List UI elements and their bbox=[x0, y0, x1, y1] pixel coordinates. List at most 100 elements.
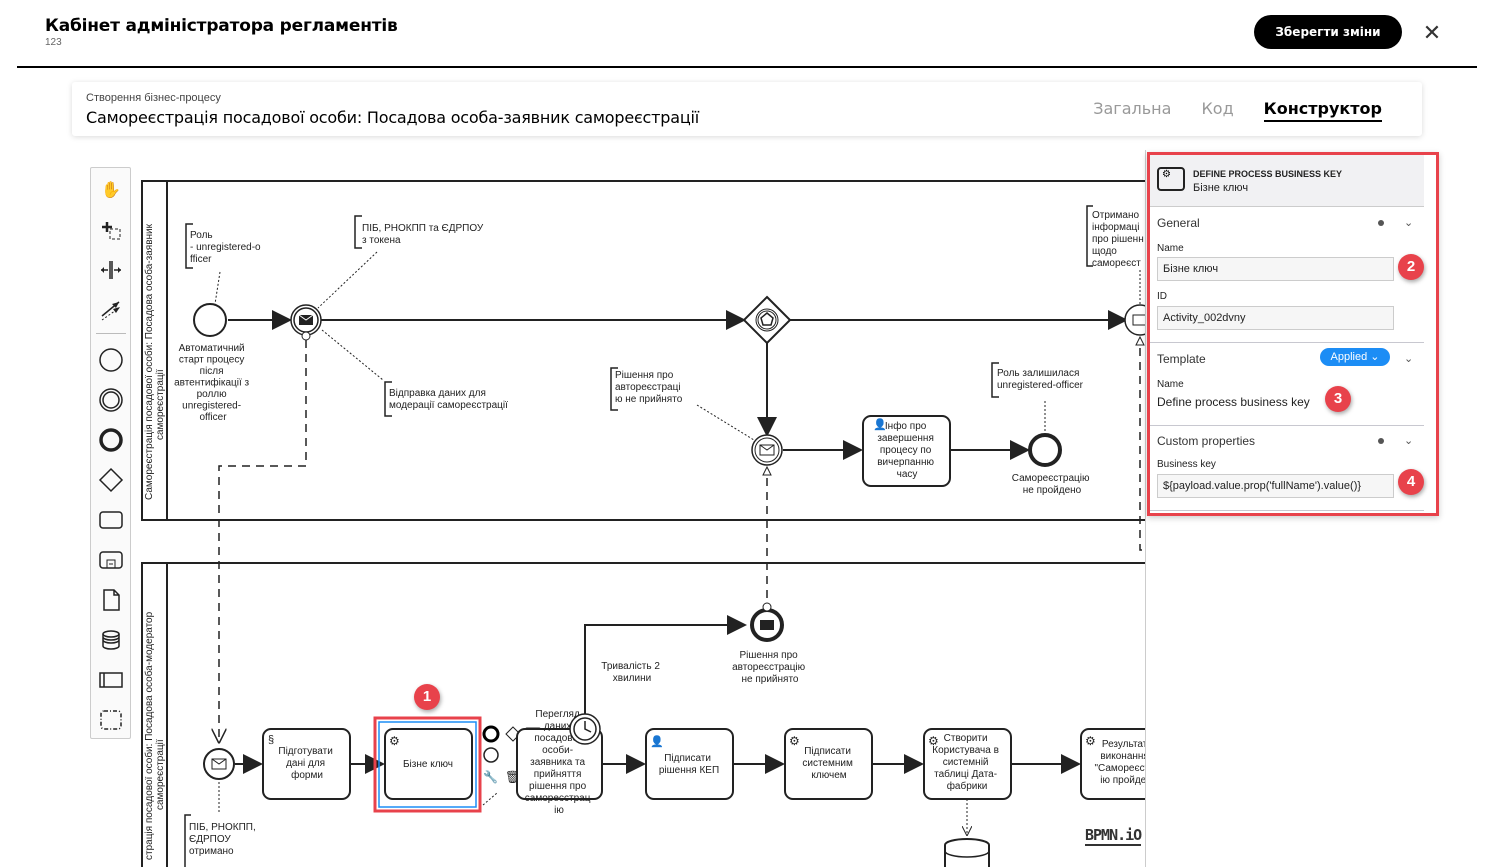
chevron-down-icon[interactable]: ⌄ bbox=[1404, 352, 1413, 365]
tabs: Загальна Код Конструктор bbox=[1093, 99, 1382, 122]
participant-icon[interactable] bbox=[97, 666, 125, 694]
svg-text:👤: 👤 bbox=[650, 735, 664, 748]
divider bbox=[1150, 510, 1424, 511]
service-task-icon: ⚙ bbox=[1157, 167, 1185, 191]
svg-text:🔧: 🔧 bbox=[483, 769, 498, 784]
timer-boundary-event[interactable] bbox=[569, 713, 601, 745]
svg-text:Результат виконання: Результат виконання "Самореєстр ію пройд… bbox=[1094, 739, 1145, 786]
message-start-event[interactable] bbox=[203, 748, 235, 780]
message-throw-event[interactable] bbox=[290, 304, 322, 341]
properties-panel: ⚙ DEFINE PROCESS BUSINESS KEY Бізне ключ… bbox=[1147, 152, 1439, 516]
data-store[interactable] bbox=[944, 838, 990, 867]
template-applied-badge[interactable]: Applied ⌄ bbox=[1320, 348, 1390, 366]
bpmn-diagram[interactable]: Самореєстрація посадової особи: Посадова… bbox=[0, 150, 1145, 867]
svg-text:⚙: ⚙ bbox=[789, 734, 800, 748]
palette-separator bbox=[96, 333, 126, 334]
chevron-down-icon[interactable]: ⌄ bbox=[1404, 216, 1413, 229]
section-general-dot bbox=[1378, 220, 1384, 226]
task-business-key-selected[interactable]: ⚙ Бізне ключ bbox=[373, 716, 482, 813]
name-label: Name bbox=[1157, 243, 1184, 254]
process-title: Самореєстрація посадової особи: Посадова… bbox=[86, 108, 700, 127]
app-title: Кабінет адміністратора регламентів bbox=[45, 16, 398, 36]
timer-label: Тривалість 2 хвилини bbox=[601, 661, 662, 684]
callout-badge-1: 1 bbox=[414, 684, 440, 710]
annotation-pib-received[interactable]: ПІБ, РНОКПП, ЄДРПОУ отримано bbox=[189, 822, 259, 857]
svg-text:§: § bbox=[268, 734, 274, 746]
annotation-received[interactable]: Отримано інформаці про рішенн щодо самор… bbox=[1092, 210, 1145, 269]
data-store-icon[interactable] bbox=[97, 626, 125, 654]
end-event-fail[interactable] bbox=[1028, 433, 1062, 467]
app-subtitle: 123 bbox=[45, 37, 62, 48]
business-key-label: Business key bbox=[1157, 459, 1216, 470]
subprocess-icon[interactable] bbox=[97, 546, 125, 574]
tab-general[interactable]: Загальна bbox=[1093, 99, 1171, 122]
tab-code[interactable]: Код bbox=[1201, 99, 1233, 122]
annotation-not-accepted[interactable]: Рішення про автореєстраці ю не прийнято bbox=[615, 370, 683, 405]
section-general-title[interactable]: General bbox=[1157, 216, 1200, 230]
group-icon[interactable] bbox=[97, 706, 125, 734]
task-create-user[interactable]: ⚙ Створити Користувача в системній табли… bbox=[923, 728, 1012, 800]
divider bbox=[1150, 342, 1424, 343]
message-catch-event[interactable] bbox=[751, 434, 783, 476]
id-input[interactable] bbox=[1157, 306, 1394, 330]
global-connect-icon[interactable] bbox=[97, 296, 125, 324]
task-icon[interactable] bbox=[97, 506, 125, 534]
space-tool-icon[interactable] bbox=[97, 256, 125, 284]
section-template-title[interactable]: Template bbox=[1157, 352, 1206, 366]
section-custom-title[interactable]: Custom properties bbox=[1157, 434, 1255, 448]
process-kicker: Створення бізнес-процесу bbox=[86, 92, 221, 104]
annotation-role-left[interactable]: Роль залишилася unregistered-officer bbox=[997, 368, 1084, 391]
tool-palette: ✋ bbox=[90, 167, 131, 739]
callout-badge-3: 3 bbox=[1325, 386, 1351, 412]
name-input[interactable] bbox=[1157, 257, 1394, 281]
hand-tool-icon[interactable]: ✋ bbox=[97, 176, 125, 204]
template-name-value: Define process business key bbox=[1157, 395, 1310, 409]
svg-text:⚙: ⚙ bbox=[1085, 734, 1096, 748]
annotation-send[interactable]: Відправка даних для модерації самореєстр… bbox=[389, 388, 508, 411]
end-event-fail-label: Самореєстрацію не пройдено bbox=[1012, 473, 1093, 496]
gateway-icon[interactable] bbox=[97, 466, 125, 494]
task-result[interactable]: ⚙ Результат виконання "Самореєстр ію про… bbox=[1080, 728, 1145, 800]
top-bar: Кабінет адміністратора регламентів 123 З… bbox=[0, 0, 1491, 68]
pool-moderator[interactable]: страція посадової особи: Посадова особа-… bbox=[141, 562, 1145, 867]
element-type: DEFINE PROCESS BUSINESS KEY bbox=[1193, 169, 1343, 179]
annotation-role[interactable]: Роль - unregistered-o fficer bbox=[190, 230, 263, 265]
id-label: ID bbox=[1157, 291, 1167, 302]
end-event-icon[interactable] bbox=[97, 426, 125, 454]
bpmn-io-logo[interactable]: BPMN.iO bbox=[1085, 826, 1142, 846]
section-custom-dot bbox=[1378, 438, 1384, 444]
svg-text:⚙: ⚙ bbox=[389, 734, 400, 748]
start-event-label: Автоматичний старт процесу після автенти… bbox=[174, 343, 252, 423]
task-info-timeout[interactable]: 👤 Інфо про завершення процесу по вичерпа… bbox=[862, 415, 951, 487]
message-end-label: Рішення про автореєстрацію не прийнято bbox=[732, 650, 808, 685]
bpmn-canvas[interactable]: Самореєстрація посадової особи: Посадова… bbox=[0, 150, 1145, 867]
start-event-icon[interactable] bbox=[97, 346, 125, 374]
divider bbox=[17, 66, 1477, 68]
business-key-input[interactable] bbox=[1157, 474, 1394, 498]
lane-label-moderator: страція посадової особи: Посадова особа-… bbox=[143, 611, 166, 860]
task-sign-kep[interactable]: 👤 Підписати рішення КЕП bbox=[645, 728, 734, 800]
callout-badge-4: 4 bbox=[1398, 469, 1424, 495]
close-icon[interactable]: ✕ bbox=[1420, 22, 1444, 46]
message-catch-event-right[interactable] bbox=[1124, 304, 1145, 346]
process-header: Створення бізнес-процесу Самореєстрація … bbox=[72, 82, 1422, 136]
svg-text:Бізне ключ: Бізне ключ bbox=[403, 759, 453, 770]
lane-label-applicant: Самореєстрація посадової особи: Посадова… bbox=[143, 223, 166, 500]
lasso-tool-icon[interactable] bbox=[97, 216, 125, 244]
annotation-token[interactable]: ПІБ, РНОКПП та ЄДРПОУ з токена bbox=[362, 223, 486, 246]
message-end-event[interactable] bbox=[750, 602, 784, 642]
chevron-down-icon[interactable]: ⌄ bbox=[1404, 434, 1413, 447]
element-name: Бізне ключ bbox=[1193, 182, 1249, 194]
callout-badge-2: 2 bbox=[1398, 254, 1424, 280]
save-changes-button[interactable]: Зберегти зміни bbox=[1254, 15, 1402, 49]
task-prepare-data[interactable]: § Підготувати дані для форми bbox=[262, 728, 351, 800]
data-object-icon[interactable] bbox=[97, 586, 125, 614]
intermediate-event-icon[interactable] bbox=[97, 386, 125, 414]
pool-applicant[interactable]: Самореєстрація посадової особи: Посадова… bbox=[141, 180, 1145, 521]
start-event[interactable] bbox=[193, 303, 227, 337]
task-sign-system-key[interactable]: ⚙ Підписати системним ключем bbox=[784, 728, 873, 800]
event-based-gateway[interactable] bbox=[742, 295, 792, 345]
template-name-label: Name bbox=[1157, 379, 1184, 390]
tab-constructor[interactable]: Конструктор bbox=[1263, 99, 1382, 122]
properties-header: ⚙ DEFINE PROCESS BUSINESS KEY Бізне ключ bbox=[1150, 155, 1424, 207]
